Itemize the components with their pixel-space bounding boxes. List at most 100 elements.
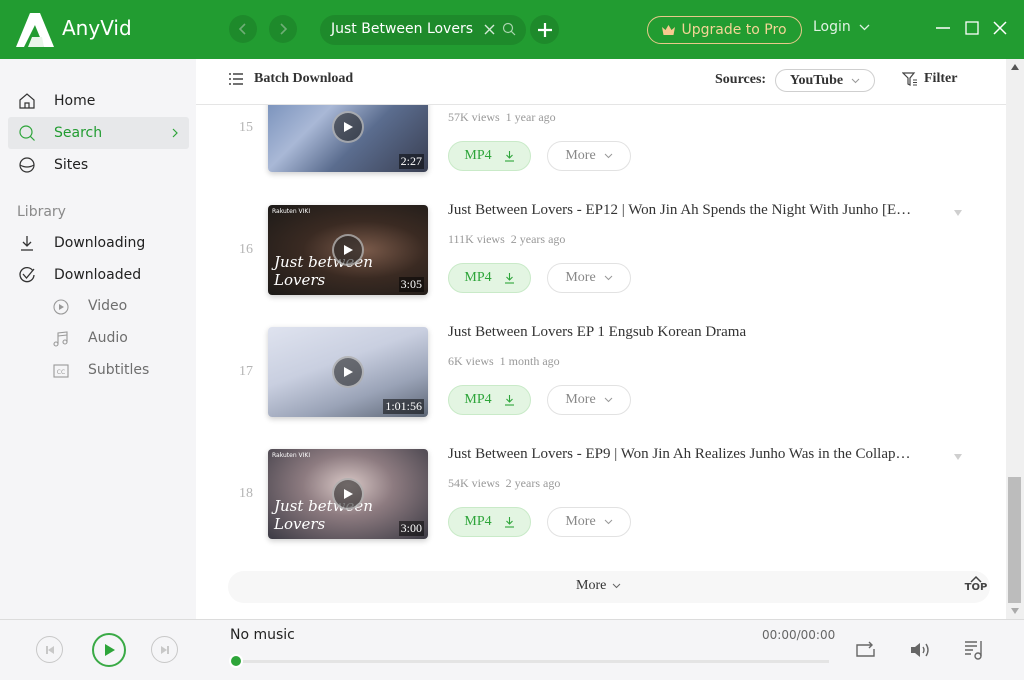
mp4-download-button[interactable]: MP4 bbox=[448, 507, 531, 537]
video-title[interactable]: Just Between Lovers - EP9 | Won Jin Ah R… bbox=[448, 446, 948, 463]
clear-icon[interactable] bbox=[483, 23, 496, 36]
sidebar-item-video[interactable]: Video bbox=[8, 291, 189, 323]
sources-select[interactable]: YouTube bbox=[775, 69, 875, 92]
sources-label: Sources: bbox=[715, 72, 767, 87]
playback-time: 00:00/00:00 bbox=[762, 628, 836, 642]
sidebar-item-downloaded[interactable]: Downloaded bbox=[8, 259, 189, 291]
load-more-bar[interactable]: More TOP bbox=[228, 571, 990, 603]
scroll-up-icon[interactable] bbox=[1010, 63, 1020, 71]
download-icon bbox=[504, 273, 514, 284]
login-menu[interactable]: Login bbox=[813, 19, 870, 35]
close-icon[interactable] bbox=[992, 20, 1008, 36]
chevron-down-icon bbox=[851, 78, 860, 83]
repeat-icon[interactable] bbox=[854, 639, 878, 661]
anyvid-logo-icon bbox=[16, 13, 54, 47]
play-icon[interactable] bbox=[332, 111, 364, 143]
video-meta: 57K views 1 year ago bbox=[448, 110, 556, 124]
chevron-down-icon bbox=[612, 583, 621, 589]
svg-text:CC: CC bbox=[57, 369, 65, 376]
more-formats-button[interactable]: More bbox=[547, 507, 631, 537]
now-playing-title: No music bbox=[230, 627, 295, 643]
result-row: 18 Rakuten VIKI Just between Lovers 3:00… bbox=[196, 445, 1006, 567]
previous-track-button[interactable] bbox=[36, 636, 63, 663]
caret-down-icon[interactable] bbox=[953, 453, 963, 461]
download-icon bbox=[21, 236, 33, 251]
results-scrollbar[interactable] bbox=[1006, 59, 1024, 619]
sidebar: Home Search Sites Library Downloading Do… bbox=[0, 59, 196, 619]
maximize-icon[interactable] bbox=[964, 20, 980, 36]
video-duration: 1:01:56 bbox=[383, 399, 424, 414]
result-row: 16 Rakuten VIKI Just between Lovers 3:05… bbox=[196, 201, 1006, 323]
skip-forward-icon bbox=[160, 645, 169, 654]
filter-button[interactable]: Filter bbox=[902, 71, 957, 87]
mp4-download-button[interactable]: MP4 bbox=[448, 141, 531, 171]
cc-icon: CC bbox=[53, 364, 69, 378]
sidebar-item-label: Subtitles bbox=[88, 362, 150, 378]
result-index: 16 bbox=[239, 242, 253, 257]
brand-watermark: Rakuten VIKI bbox=[272, 452, 311, 459]
upgrade-label: Upgrade to Pro bbox=[681, 22, 787, 38]
sidebar-item-downloading[interactable]: Downloading bbox=[8, 227, 189, 259]
scrollbar-thumb[interactable] bbox=[1008, 477, 1021, 603]
more-formats-button[interactable]: More bbox=[547, 385, 631, 415]
video-meta: 6K views 1 month ago bbox=[448, 354, 560, 368]
scroll-down-icon[interactable] bbox=[1010, 607, 1020, 615]
music-player-bar: No music 00:00/00:00 bbox=[0, 619, 1024, 680]
back-button[interactable] bbox=[229, 15, 257, 43]
plus-icon bbox=[537, 22, 552, 37]
batch-download-label: Batch Download bbox=[254, 71, 354, 86]
sources-value: YouTube bbox=[789, 72, 844, 88]
sidebar-item-sites[interactable]: Sites bbox=[8, 149, 189, 181]
sidebar-item-label: Search bbox=[54, 125, 103, 141]
mp4-download-button[interactable]: MP4 bbox=[448, 385, 531, 415]
video-title[interactable]: Just Between Lovers - EP12 | Won Jin Ah … bbox=[448, 202, 948, 219]
video-title[interactable]: Just Between Lovers EP 1 Engsub Korean D… bbox=[448, 324, 948, 341]
video-duration: 2:27 bbox=[398, 154, 424, 169]
video-duration: 3:00 bbox=[398, 521, 424, 536]
more-formats-button[interactable]: More bbox=[547, 141, 631, 171]
library-heading: Library bbox=[17, 204, 66, 220]
sidebar-item-audio[interactable]: Audio bbox=[8, 323, 189, 355]
list-icon bbox=[229, 73, 243, 85]
progress-track[interactable] bbox=[236, 660, 829, 663]
search-icon[interactable] bbox=[502, 22, 516, 36]
chevron-down-icon bbox=[604, 153, 613, 159]
chevron-left-icon bbox=[238, 23, 246, 35]
play-icon[interactable] bbox=[332, 234, 364, 266]
play-icon[interactable] bbox=[332, 356, 364, 388]
download-icon bbox=[504, 517, 514, 528]
playlist-icon[interactable] bbox=[963, 639, 987, 661]
load-more-button[interactable]: More bbox=[576, 578, 621, 594]
back-to-top-button[interactable]: TOP bbox=[964, 575, 988, 601]
caret-down-icon[interactable] bbox=[953, 209, 963, 217]
play-button[interactable] bbox=[92, 633, 126, 667]
batch-download-button[interactable]: Batch Download bbox=[228, 71, 353, 87]
video-thumbnail[interactable]: Rakuten VIKI Just between Lovers 3:05 bbox=[268, 205, 428, 295]
sidebar-item-label: Sites bbox=[54, 157, 89, 173]
search-input[interactable]: Just Between Lovers bbox=[320, 15, 526, 45]
add-tab-button[interactable] bbox=[530, 15, 559, 44]
chevron-down-icon bbox=[604, 275, 613, 281]
minimize-icon[interactable] bbox=[935, 20, 951, 36]
sidebar-item-label: Home bbox=[54, 93, 96, 109]
mp4-download-button[interactable]: MP4 bbox=[448, 263, 531, 293]
result-index: 15 bbox=[239, 120, 253, 135]
upgrade-button[interactable]: Upgrade to Pro bbox=[647, 16, 802, 44]
video-thumbnail[interactable]: 1:01:56 bbox=[268, 327, 428, 417]
forward-button[interactable] bbox=[269, 15, 297, 43]
more-formats-button[interactable]: More bbox=[547, 263, 631, 293]
chevron-down-icon bbox=[604, 519, 613, 525]
results-panel: Batch Download Sources: YouTube Filter 1… bbox=[196, 59, 1006, 619]
filter-icon bbox=[902, 72, 917, 86]
volume-icon[interactable] bbox=[908, 639, 932, 661]
result-index: 17 bbox=[239, 364, 253, 379]
video-meta: 54K views 2 years ago bbox=[448, 476, 561, 490]
progress-handle[interactable] bbox=[231, 656, 241, 666]
video-thumbnail[interactable]: Rakuten VIKI Just between Lovers 3:00 bbox=[268, 449, 428, 539]
play-icon[interactable] bbox=[332, 478, 364, 510]
next-track-button[interactable] bbox=[151, 636, 178, 663]
sidebar-item-subtitles[interactable]: CC Subtitles bbox=[8, 355, 189, 387]
sidebar-item-search[interactable]: Search bbox=[8, 117, 189, 149]
play-icon bbox=[105, 644, 115, 656]
sidebar-item-home[interactable]: Home bbox=[8, 85, 189, 117]
